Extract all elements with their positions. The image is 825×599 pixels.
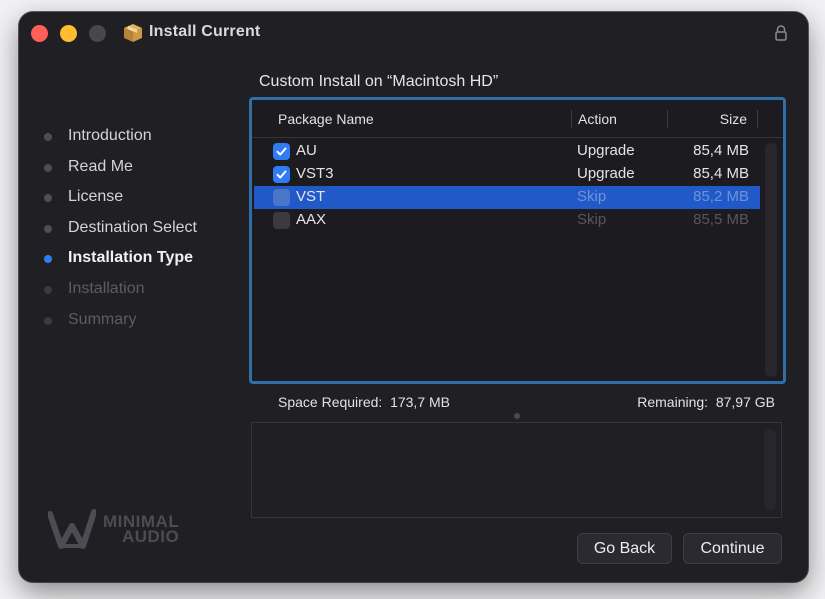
package-icon	[124, 24, 142, 42]
table-header: Package Name Action Size	[252, 100, 783, 138]
step-label: Summary	[68, 310, 137, 328]
custom-install-heading: Custom Install on “Macintosh HD”	[259, 73, 499, 90]
package-action: Skip	[577, 211, 607, 228]
package-action: Skip	[577, 188, 607, 205]
package-checkbox[interactable]	[273, 189, 290, 206]
space-required-value: 173,7 MB	[390, 394, 451, 410]
package-size: 85,2 MB	[693, 188, 749, 205]
step-label: Read Me	[68, 157, 133, 175]
package-action: Upgrade	[577, 165, 635, 182]
title-bar: Install Current	[19, 12, 808, 56]
checkmark-icon	[276, 170, 287, 179]
close-window-button[interactable]	[31, 25, 48, 42]
column-divider	[757, 110, 758, 128]
table-row[interactable]: AU Upgrade 85,4 MB	[254, 140, 760, 163]
package-action: Upgrade	[577, 142, 635, 159]
checkmark-icon	[276, 147, 287, 156]
go-back-button[interactable]: Go Back	[577, 533, 672, 564]
step-indicator	[44, 133, 52, 141]
package-name: AU	[296, 142, 317, 159]
package-description-box	[251, 422, 782, 518]
step-label: Destination Select	[68, 218, 197, 236]
space-required-label: Space Required:	[278, 394, 383, 410]
logo-wordmark: MINIMAL AUDIO	[103, 513, 180, 546]
space-remaining-label: Remaining:	[637, 394, 709, 410]
column-divider	[571, 110, 572, 128]
step-label: Installation	[68, 279, 145, 297]
package-checkbox[interactable]	[273, 166, 290, 183]
logo-line-2: AUDIO	[121, 527, 180, 546]
installer-window: Install Current Introduction Read Me Lic…	[19, 12, 808, 582]
package-checkbox[interactable]	[273, 143, 290, 160]
lock-icon	[775, 25, 787, 41]
package-checkbox[interactable]	[273, 212, 290, 229]
package-size: 85,4 MB	[693, 142, 749, 159]
package-name: VST	[296, 188, 326, 205]
column-header-package-name[interactable]: Package Name	[278, 111, 374, 127]
step-label: License	[68, 188, 124, 206]
table-row[interactable]: AAX Skip 85,5 MB	[254, 209, 760, 232]
step-indicator	[44, 285, 52, 294]
step-indicator	[44, 255, 52, 264]
table-scrollbar[interactable]	[765, 143, 777, 377]
minimize-window-button[interactable]	[60, 25, 77, 42]
step-label: Introduction	[68, 127, 152, 144]
package-size: 85,5 MB	[693, 211, 749, 228]
window-title: Install Current	[149, 23, 261, 40]
split-view-resize-handle[interactable]	[514, 413, 520, 419]
package-size: 85,4 MB	[693, 165, 749, 182]
column-divider	[667, 110, 668, 128]
step-indicator	[44, 163, 52, 172]
continue-button[interactable]: Continue	[683, 533, 782, 564]
zoom-window-button[interactable]	[89, 25, 106, 42]
package-table[interactable]: Package Name Action Size AU Upgrade 85,4…	[249, 97, 786, 384]
column-header-action[interactable]: Action	[578, 111, 617, 127]
table-row[interactable]: VST Skip 85,2 MB	[254, 186, 760, 209]
step-indicator	[44, 316, 52, 325]
minimal-audio-logo: MINIMAL AUDIO	[48, 506, 208, 556]
table-row[interactable]: VST3 Upgrade 85,4 MB	[254, 163, 760, 186]
space-info: Space Required: 173,7 MB Remaining: 87,9…	[251, 385, 781, 421]
step-indicator	[44, 224, 52, 233]
step-indicator	[44, 194, 52, 203]
package-name: AAX	[296, 211, 327, 228]
space-remaining: Remaining: 87,97 GB	[637, 394, 775, 410]
step-label: Installation Type	[68, 249, 194, 267]
space-remaining-value: 87,97 GB	[715, 394, 775, 410]
minimal-audio-logo-icon	[48, 509, 96, 549]
space-required: Space Required: 173,7 MB	[278, 394, 450, 410]
column-header-size[interactable]: Size	[720, 111, 747, 127]
package-name: VST3	[296, 165, 334, 182]
description-scrollbar[interactable]	[764, 429, 776, 511]
